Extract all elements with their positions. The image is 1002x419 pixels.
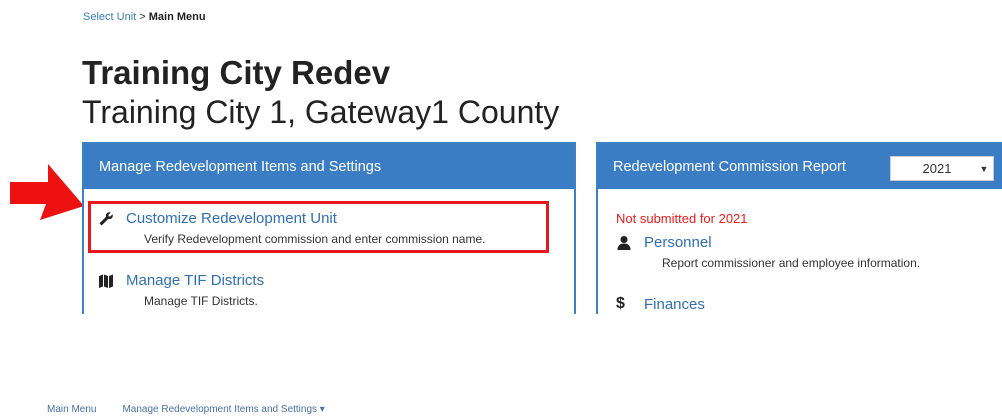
personnel-link[interactable]: Personnel: [644, 234, 712, 251]
nav-manage-items-dropdown[interactable]: Manage Redevelopment Items and Settings …: [122, 404, 324, 415]
unit-subtitle: Training City 1, Gateway1 County: [82, 94, 560, 130]
personnel-description: Report commissioner and employee informa…: [662, 256, 921, 270]
red-arrow-icon: [10, 164, 84, 220]
year-select[interactable]: 2021 ▼: [890, 156, 994, 181]
dollar-icon: $: [616, 296, 625, 310]
submission-status: Not submitted for 2021: [616, 211, 748, 226]
commission-report-panel-heading: Redevelopment Commission Report 2021 ▼: [598, 144, 1002, 189]
breadcrumb-current: Main Menu: [148, 11, 206, 23]
breadcrumb: Select Unit > Main Menu: [83, 11, 206, 23]
bottom-nav: Main Menu Manage Redevelopment Items and…: [47, 404, 325, 415]
breadcrumb-select-unit-link[interactable]: Select Unit: [83, 11, 136, 23]
map-icon: [99, 274, 113, 288]
finances-item[interactable]: $ Finances: [616, 296, 816, 310]
chevron-down-icon: ▼: [979, 163, 989, 174]
highlight-box: [88, 201, 549, 253]
year-select-value: 2021: [922, 161, 952, 176]
user-icon: [617, 236, 631, 250]
commission-report-panel: Redevelopment Commission Report 2021 ▼: [596, 142, 1002, 314]
commission-report-heading-text: Redevelopment Commission Report: [613, 158, 846, 175]
manage-tif-districts-link[interactable]: Manage TIF Districts: [126, 272, 264, 289]
nav-main-menu[interactable]: Main Menu: [47, 404, 96, 415]
manage-tif-districts-description: Manage TIF Districts.: [144, 294, 258, 308]
unit-title: Training City Redev: [82, 54, 391, 91]
breadcrumb-separator: >: [136, 11, 149, 23]
manage-items-panel-heading: Manage Redevelopment Items and Settings: [84, 144, 574, 189]
finances-link[interactable]: Finances: [644, 296, 705, 310]
